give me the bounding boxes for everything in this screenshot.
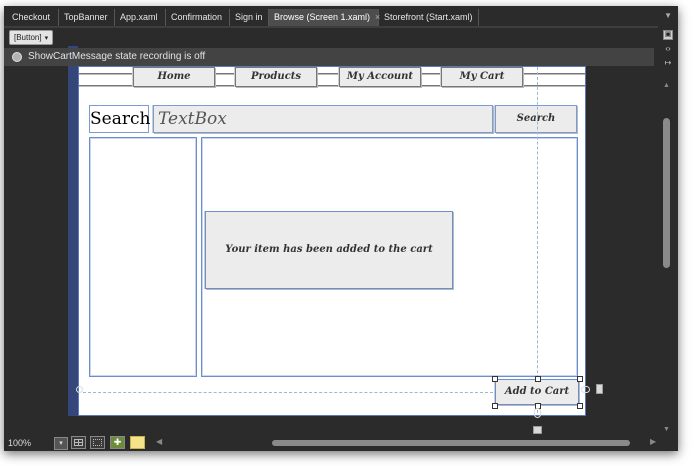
state-recording-text: ShowCartMessage state recording is off [28,51,206,62]
show-grid-icon[interactable] [71,436,86,449]
tab-label: Confirmation [171,12,223,22]
resize-handle[interactable] [492,403,498,409]
tab-app-xaml[interactable]: App.xaml [115,9,166,26]
element-selector-label: [Button] [14,33,42,42]
artboard[interactable]: Home Products My Account My Cart Search … [78,66,586,416]
add-to-cart-button[interactable]: Add to Cart [495,379,579,405]
dropdown-arrow-icon: ▾ [44,35,49,42]
tab-sign-in[interactable]: Sign in [230,9,269,26]
tab-label: Sign in [235,12,263,22]
artboard-edge-strip [68,46,78,416]
cart-message[interactable]: Your item has been added to the cart [205,211,453,289]
chevron-down-icon[interactable]: ▼ [664,11,672,20]
split-view-icon[interactable]: ↦ [662,58,674,67]
scroll-right-icon[interactable]: ▶ [650,437,656,446]
nav-my-cart-button[interactable]: My Cart [441,67,523,87]
tab-browse[interactable]: Browse (Screen 1.xaml) × [269,9,380,26]
tab-storefront[interactable]: Storefront (Start.xaml) [379,9,479,26]
search-textbox[interactable]: TextBox [153,105,493,133]
zoom-level[interactable]: 100% [8,437,31,450]
search-label: Search [89,105,150,133]
nav-home-button[interactable]: Home [133,67,215,87]
tab-label: Storefront (Start.xaml) [384,12,473,22]
element-selector-dropdown[interactable]: [Button] ▾ [9,30,54,45]
right-anchor-icon[interactable] [581,386,590,393]
sketchflow-window: Checkout TopBanner App.xaml Confirmation… [4,6,678,451]
tab-label: Checkout [12,12,51,22]
scroll-down-icon[interactable]: ▼ [663,426,670,433]
nav-products-button[interactable]: Products [235,67,317,87]
scroll-up-icon[interactable]: ▲ [663,82,670,89]
tab-label: App.xaml [120,12,158,22]
document-tab-bar: Checkout TopBanner App.xaml Confirmation… [4,6,678,28]
vertical-scrollbar[interactable]: ▣ ‹› ↦ ▲ ▼ [658,26,678,436]
search-button[interactable]: Search [495,105,577,133]
bottom-anchor-icon[interactable] [534,408,541,418]
toolbar: [Button] ▾ [4,28,678,46]
resize-handle[interactable] [492,376,498,382]
tab-label: TopBanner [64,12,108,22]
tab-checkout[interactable]: Checkout [7,9,59,26]
artboard-color-swatch[interactable] [130,436,145,449]
pin-icon[interactable]: ▣ [663,30,673,40]
state-recording-bar: ShowCartMessage state recording is off [4,48,654,66]
layout-guide [83,392,493,393]
resize-handle[interactable] [535,376,541,382]
layout-guide [537,67,538,413]
zoom-dropdown-icon[interactable]: ▾ [54,437,68,450]
recording-indicator-icon[interactable] [12,52,22,62]
status-bar: 100% ▾ ✚ ◀ ▶ [4,436,678,451]
tab-topbanner[interactable]: TopBanner [59,9,115,26]
tab-label: Browse (Screen 1.xaml) [274,12,371,22]
left-anchor-icon[interactable] [76,386,83,393]
annotations-icon[interactable]: ✚ [110,436,125,449]
scroll-thumb[interactable] [663,118,670,268]
resize-handle[interactable] [577,376,583,382]
margin-adorner-icon[interactable] [596,384,603,394]
left-panel[interactable] [89,137,197,377]
horizontal-scroll-thumb[interactable] [272,440,630,446]
snap-to-grid-icon[interactable] [90,436,105,449]
tab-confirmation[interactable]: Confirmation [166,9,230,26]
resize-handle[interactable] [577,403,583,409]
scroll-left-icon[interactable]: ◀ [156,437,162,446]
nav-my-account-button[interactable]: My Account [339,67,421,87]
code-view-icon[interactable]: ‹› [662,44,674,53]
margin-adorner-icon[interactable] [533,426,542,434]
